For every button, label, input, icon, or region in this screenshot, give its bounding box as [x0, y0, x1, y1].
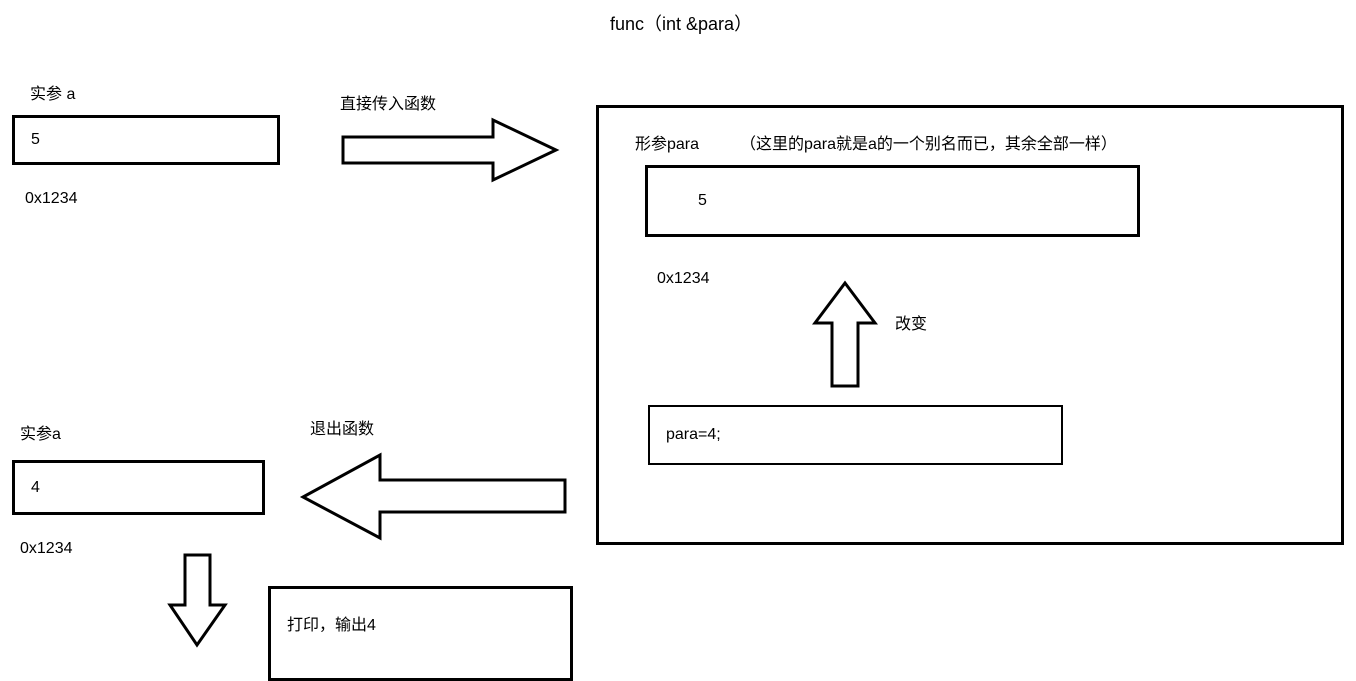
- func-signature-label: func（int &para）: [610, 10, 752, 36]
- actual-param-a-label-bottom: 实参a: [20, 420, 61, 444]
- formal-param-address: 0x1234: [657, 270, 710, 288]
- arrow-down-icon: [165, 550, 230, 650]
- actual-param-a-address-bottom: 0x1234: [20, 540, 73, 558]
- formal-param-box: 5: [645, 165, 1140, 237]
- assignment-text: para=4;: [666, 426, 721, 444]
- print-output-box: 打印，输出4: [268, 586, 573, 681]
- actual-param-a-value-top: 5: [31, 131, 40, 149]
- print-output-text: 打印，输出4: [287, 611, 376, 635]
- assignment-box: para=4;: [648, 405, 1063, 465]
- arrow-left-icon: [295, 450, 570, 545]
- formal-param-label: 形参para: [635, 130, 699, 154]
- actual-param-a-address-top: 0x1234: [25, 190, 78, 208]
- change-label: 改变: [895, 310, 927, 334]
- arrow-enter-label: 直接传入函数: [340, 90, 436, 114]
- actual-param-a-value-bottom: 4: [31, 479, 40, 497]
- actual-param-a-box-bottom: 4: [12, 460, 265, 515]
- actual-param-a-label-top: 实参 a: [30, 80, 75, 104]
- arrow-up-icon: [810, 278, 880, 393]
- arrow-exit-label: 退出函数: [310, 415, 374, 439]
- formal-param-value: 5: [698, 192, 707, 210]
- formal-param-note: （这里的para就是a的一个别名而已，其余全部一样）: [740, 130, 1117, 154]
- arrow-right-icon: [338, 115, 563, 185]
- actual-param-a-box-top: 5: [12, 115, 280, 165]
